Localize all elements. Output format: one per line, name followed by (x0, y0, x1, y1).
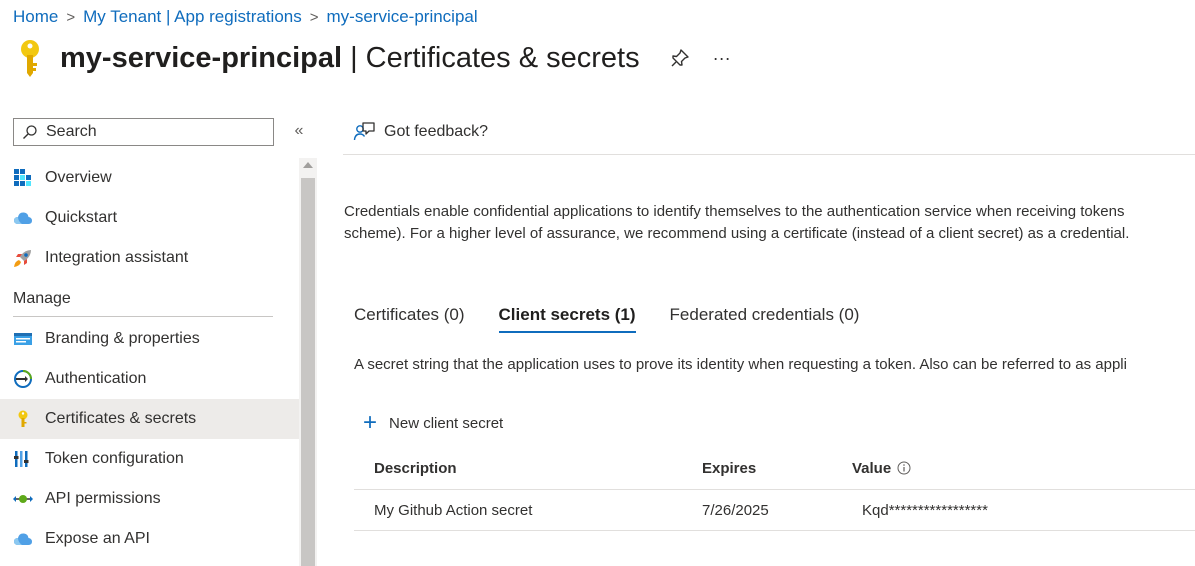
info-icon[interactable] (897, 461, 911, 475)
secret-description: My Github Action secret (374, 501, 533, 519)
credentials-description: Credentials enable confidential applicat… (344, 201, 1129, 245)
feedback-label: Got feedback? (384, 123, 489, 140)
tab-federated-credentials[interactable]: Federated credentials (0) (670, 305, 860, 333)
scrollbar-thumb[interactable] (301, 178, 315, 566)
cloud-icon (14, 533, 32, 545)
sidebar-item-label: Branding & properties (45, 330, 200, 347)
description-line: scheme). For a higher level of assurance… (344, 225, 1130, 242)
key-icon (21, 40, 39, 77)
breadcrumb: Home > My Tenant | App registrations > m… (13, 7, 478, 27)
sidebar-item-label: Quickstart (45, 209, 118, 226)
sidebar-item-expose-api[interactable]: Expose an API (0, 519, 300, 559)
sidebar-item-label: API permissions (45, 490, 161, 507)
description-line: Credentials enable confidential applicat… (344, 203, 1125, 220)
page-subtitle: Certificates & secrets (365, 41, 640, 74)
overview-grid-icon (14, 169, 31, 186)
column-header-value: Value (852, 459, 892, 477)
breadcrumb-tenant-link[interactable]: My Tenant | App registrations (83, 7, 302, 27)
breadcrumb-home-link[interactable]: Home (13, 7, 58, 27)
rocket-icon (14, 250, 31, 267)
cloud-icon (14, 212, 32, 224)
sidebar-item-label: Authentication (45, 370, 147, 387)
breadcrumb-current-link[interactable]: my-service-principal (327, 7, 478, 27)
sidebar-item-label: Overview (45, 169, 112, 186)
new-client-secret-label: New client secret (389, 414, 504, 432)
page-header: my-service-principal | Certificates & se… (14, 38, 732, 78)
sidebar-search[interactable] (13, 118, 274, 146)
collapse-sidebar-icon[interactable]: « (290, 122, 308, 140)
scroll-up-arrow-icon[interactable] (303, 162, 313, 168)
search-input[interactable] (44, 122, 268, 142)
search-icon (23, 125, 37, 139)
column-header-value-cell: Value (852, 460, 1195, 477)
api-permissions-icon (13, 495, 33, 503)
sidebar-item-label: Certificates & secrets (45, 410, 197, 427)
table-row[interactable]: My Github Action secret 7/26/2025 Kqd***… (354, 490, 1195, 531)
column-header-expires: Expires (702, 459, 757, 477)
client-secrets-table: Description Expires Value My Github Acti… (354, 447, 1195, 531)
sidebar-scrollbar[interactable] (299, 158, 317, 566)
sidebar-item-authentication[interactable]: Authentication (0, 359, 300, 399)
secret-expires: 7/26/2025 (702, 501, 769, 519)
authentication-icon (14, 370, 32, 388)
breadcrumb-separator: > (66, 8, 76, 26)
title-actions: ··· (670, 48, 732, 68)
pin-icon[interactable] (670, 48, 690, 68)
column-header-description: Description (374, 459, 457, 477)
tab-client-secrets[interactable]: Client secrets (1) (498, 305, 636, 333)
secret-value-cell: Kqd***************** (852, 502, 1195, 519)
feedback-button[interactable]: Got feedback? (353, 121, 488, 143)
client-secrets-description: A secret string that the application use… (354, 356, 1127, 373)
token-bars-icon (14, 451, 29, 467)
tab-certificates[interactable]: Certificates (0) (354, 305, 465, 333)
more-options-icon[interactable]: ··· (712, 48, 732, 68)
page-title: my-service-principal (60, 41, 343, 74)
sidebar-item-integration-assistant[interactable]: Integration assistant (0, 238, 300, 278)
branding-icon (14, 333, 32, 345)
app-window: Home > My Tenant | App registrations > m… (0, 0, 1195, 566)
sidebar-item-api-permissions[interactable]: API permissions (0, 479, 300, 519)
credential-tabs: Certificates (0) Client secrets (1) Fede… (354, 305, 859, 333)
key-icon (18, 410, 28, 427)
sidebar-section-manage: Manage (13, 290, 273, 317)
sidebar-item-label: Expose an API (45, 530, 150, 547)
sidebar-item-overview[interactable]: Overview (0, 158, 300, 198)
sidebar-item-quickstart[interactable]: Quickstart (0, 198, 300, 238)
sidebar: Overview Quickstart Integration assistan… (0, 158, 300, 559)
breadcrumb-separator: > (309, 8, 319, 26)
sidebar-item-branding[interactable]: Branding & properties (0, 319, 300, 359)
sidebar-item-certificates-secrets[interactable]: Certificates & secrets (0, 399, 300, 439)
feedback-icon (353, 122, 375, 141)
title-divider: | (350, 41, 358, 74)
sidebar-item-label: Integration assistant (45, 249, 189, 266)
toolbar-divider (343, 154, 1195, 155)
sidebar-item-label: Token configuration (45, 450, 184, 467)
new-client-secret-button[interactable]: + New client secret (363, 409, 504, 436)
table-header: Description Expires Value (354, 447, 1195, 490)
sidebar-item-token-configuration[interactable]: Token configuration (0, 439, 300, 479)
secret-value: Kqd***************** (862, 501, 988, 519)
plus-icon: + (363, 409, 378, 436)
